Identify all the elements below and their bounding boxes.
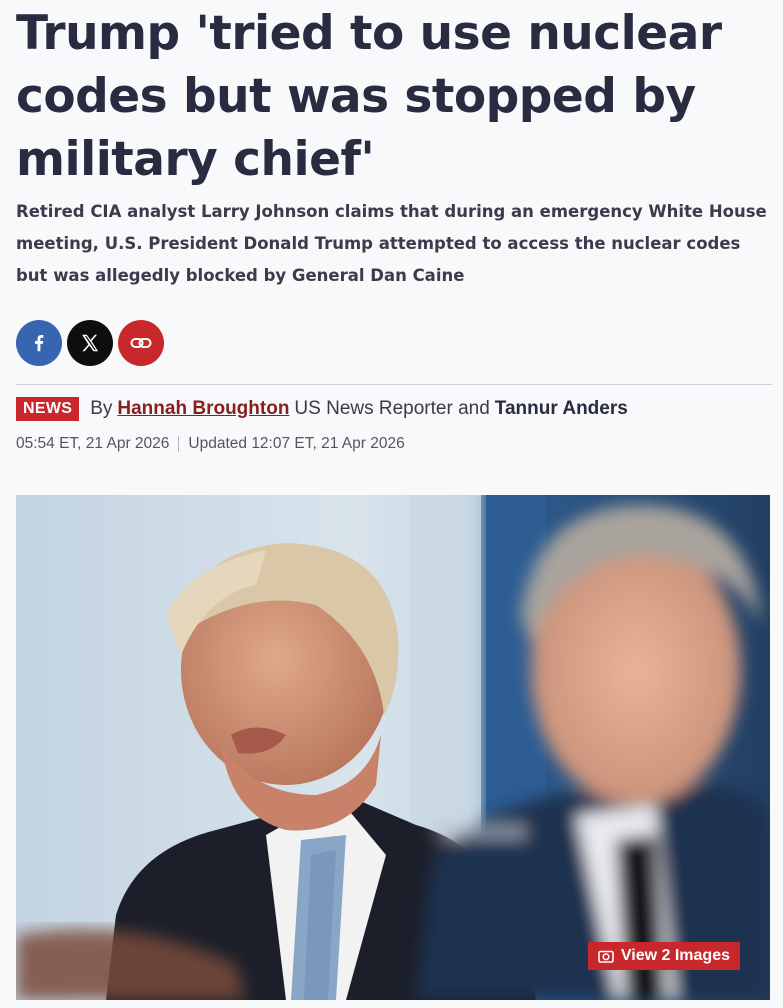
- author-link[interactable]: Hannah Broughton: [117, 398, 289, 420]
- date-separator: [178, 436, 180, 452]
- link-icon: [130, 338, 152, 348]
- second-author: Tannur Anders: [494, 398, 628, 419]
- updated-time: Updated 12:07 ET, 21 Apr 2026: [188, 435, 405, 452]
- byline: NEWS By Hannah Broughton US News Reporte…: [16, 397, 628, 421]
- author-role: US News Reporter and: [294, 398, 490, 419]
- article-headline: Trump 'tried to use nuclear codes but wa…: [16, 6, 722, 187]
- view-images-label: View 2 Images: [620, 947, 730, 964]
- article-photo[interactable]: View 2 Images: [16, 495, 770, 1000]
- section-divider: [16, 384, 772, 385]
- photo-illustration: [16, 495, 770, 1000]
- view-images-button[interactable]: View 2 Images: [587, 942, 740, 970]
- share-facebook-button[interactable]: [16, 320, 62, 366]
- article-dates: 05:54 ET, 21 Apr 2026 Updated 12:07 ET, …: [16, 435, 405, 453]
- camera-icon: [598, 950, 614, 963]
- published-time: 05:54 ET, 21 Apr 2026: [16, 435, 170, 452]
- article-standfirst: Retired CIA analyst Larry Johnson claims…: [16, 202, 767, 285]
- byline-by: By: [90, 398, 113, 419]
- news-badge[interactable]: NEWS: [16, 397, 80, 421]
- facebook-icon: [35, 335, 44, 352]
- share-buttons: [16, 320, 164, 366]
- x-icon: [82, 334, 99, 352]
- share-link-button[interactable]: [118, 320, 164, 366]
- share-x-button[interactable]: [67, 320, 113, 366]
